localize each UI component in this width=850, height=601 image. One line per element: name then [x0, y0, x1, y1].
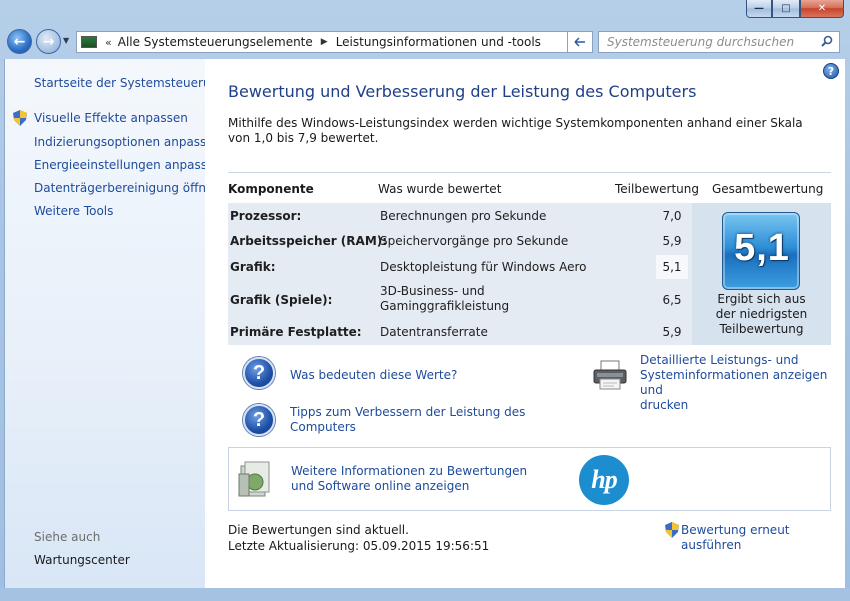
base-score-tile: 5,1	[722, 212, 800, 290]
sidebar-item-advanced-tools[interactable]: Weitere Tools	[34, 204, 113, 218]
uac-shield-icon	[13, 110, 27, 126]
score-table: Prozessor: Berechnungen pro Sekunde 7,0 …	[228, 203, 831, 345]
component-label: Grafik:	[230, 260, 276, 274]
detailed-info-line: Systeminformationen anzeigen und	[640, 368, 828, 397]
search-input[interactable]: Systemsteuerung durchsuchen	[598, 31, 840, 53]
what-do-scores-mean-link[interactable]: Was bedeuten diese Werte?	[290, 368, 457, 383]
component-label: Grafik (Spiele):	[230, 293, 333, 307]
navigation-bar: ← → ▼ « Alle Systemsteuerungselemente ▶ …	[0, 26, 850, 58]
page-title: Bewertung und Verbesserung der Leistung …	[228, 82, 697, 101]
subscore-value-lowest: 5,1	[656, 255, 688, 279]
table-row: Primäre Festplatte: Datentransferrate 5,…	[228, 319, 688, 345]
detailed-info-link[interactable]: Detaillierte Leistungs- und Systeminform…	[640, 353, 845, 413]
recent-pages-dropdown-icon[interactable]: ▼	[63, 36, 69, 45]
sidebar-item-visual-effects[interactable]: Visuelle Effekte anpassen	[34, 111, 188, 125]
uac-shield-icon	[665, 522, 679, 538]
rated-label-line2: Gaminggrafikleistung	[380, 299, 510, 313]
base-score-caption-line: Ergibt sich aus	[717, 292, 806, 306]
rated-label: Datentransferrate	[380, 325, 488, 339]
column-header-subscore: Teilbewertung	[615, 182, 700, 196]
breadcrumb-arrow-icon[interactable]: ▶	[321, 37, 328, 47]
help-icon[interactable]: ?	[823, 63, 839, 79]
performance-tips-line: Computers	[290, 420, 356, 434]
tips-question-icon[interactable]: ?	[243, 404, 275, 436]
help-question-icon[interactable]: ?	[243, 357, 275, 389]
sidebar-home-link[interactable]: Startseite der Systemsteuerung	[34, 76, 226, 90]
detailed-info-line: drucken	[640, 398, 689, 412]
close-button[interactable]: ✕	[800, 0, 844, 18]
base-score-panel: 5,1 Ergibt sich aus der niedrigsten Teil…	[692, 203, 831, 345]
see-also-heading: Siehe auch	[34, 530, 101, 544]
base-score-caption: Ergibt sich aus der niedrigsten Teilbewe…	[696, 292, 827, 337]
back-button[interactable]: ←	[7, 29, 32, 54]
refresh-icon	[574, 37, 585, 47]
rated-label: Speichervorgänge pro Sekunde	[380, 234, 569, 248]
column-header-base-score: Gesamtbewertung	[712, 182, 824, 196]
forward-button[interactable]: →	[36, 29, 61, 54]
address-bar[interactable]: « Alle Systemsteuerungselemente ▶ Leistu…	[76, 31, 593, 53]
table-row: Grafik: Desktopleistung für Windows Aero…	[228, 253, 688, 279]
page-description: Mithilfe des Windows-Leistungsindex werd…	[228, 116, 803, 145]
base-score-caption-line: der niedrigsten	[715, 307, 808, 321]
refresh-button[interactable]	[567, 31, 593, 53]
subscore-value: 5,9	[662, 325, 682, 339]
rerun-assessment-link[interactable]: Bewertung erneut ausführen	[681, 523, 845, 553]
online-info-line: und Software online anzeigen	[291, 479, 470, 493]
detailed-info-line: Detaillierte Leistungs- und	[640, 353, 799, 367]
column-header-rated: Was wurde bewertet	[378, 182, 502, 196]
table-row: Arbeitsspeicher (RAM): Speichervorgänge …	[228, 227, 688, 253]
search-icon[interactable]	[821, 35, 833, 47]
breadcrumb-all-control-panel-items[interactable]: Alle Systemsteuerungselemente	[118, 35, 313, 49]
sidebar-item-indexing-options[interactable]: Indizierungsoptionen anpassen	[34, 135, 221, 149]
caption-buttons: — □ ✕	[746, 0, 844, 18]
sidebar-item-power-settings[interactable]: Energieeinstellungen anpassen	[34, 158, 222, 172]
maximize-button[interactable]: □	[772, 0, 800, 18]
divider	[228, 172, 831, 173]
component-label: Arbeitsspeicher (RAM):	[230, 234, 388, 248]
base-score-caption-line: Teilbewertung	[719, 322, 804, 336]
subscore-value: 6,5	[662, 293, 682, 307]
sidebar-item-disk-cleanup[interactable]: Datenträgerbereinigung öffnen	[34, 181, 221, 195]
table-row: Prozessor: Berechnungen pro Sekunde 7,0	[228, 203, 688, 227]
control-panel-icon	[81, 36, 97, 48]
component-label: Prozessor:	[230, 209, 302, 223]
main-content: ? Bewertung und Verbesserung der Leistun…	[205, 59, 845, 588]
rated-label-line1: 3D-Business- und	[380, 284, 485, 298]
window-frame: — □ ✕ ← → ▼ « Alle Systemsteuerungseleme…	[0, 0, 850, 601]
overflow-chevron-icon[interactable]: «	[105, 36, 112, 49]
base-score-value: 5,1	[734, 227, 790, 269]
component-label: Primäre Festplatte:	[230, 325, 362, 339]
status-text: Die Bewertungen sind aktuell.	[228, 523, 409, 537]
table-row: Grafik (Spiele): 3D-Business- und Gaming…	[228, 279, 688, 319]
minimize-button[interactable]: —	[746, 0, 772, 18]
window-bottom-border	[0, 588, 850, 601]
column-header-component: Komponente	[228, 182, 314, 196]
printer-icon	[593, 360, 627, 390]
forward-arrow-icon: →	[42, 33, 55, 50]
online-info-line: Weitere Informationen zu Bewertungen	[291, 464, 528, 478]
online-info-link[interactable]: Weitere Informationen zu Bewertungen und…	[291, 464, 527, 494]
sidebar: Startseite der Systemsteuerung Visuelle …	[4, 59, 226, 588]
subscore-value: 5,9	[662, 234, 682, 248]
sidebar-item-action-center[interactable]: Wartungscenter	[34, 553, 130, 567]
breadcrumb-performance-tools[interactable]: Leistungsinformationen und -tools	[336, 35, 541, 49]
search-placeholder: Systemsteuerung durchsuchen	[607, 35, 795, 49]
rated-label: Desktopleistung für Windows Aero	[380, 260, 587, 274]
back-arrow-icon: ←	[13, 33, 26, 50]
last-update-text: Letzte Aktualisierung: 05.09.2015 19:56:…	[228, 539, 490, 553]
online-info-box: Weitere Informationen zu Bewertungen und…	[228, 447, 831, 511]
hp-logo: hp	[579, 455, 629, 505]
performance-tips-line: Tipps zum Verbessern der Leistung des	[290, 405, 526, 419]
subscore-value: 7,0	[662, 209, 682, 223]
software-box-icon	[238, 461, 270, 497]
performance-tips-link[interactable]: Tipps zum Verbessern der Leistung des Co…	[290, 405, 525, 435]
rated-label: Berechnungen pro Sekunde	[380, 209, 547, 223]
